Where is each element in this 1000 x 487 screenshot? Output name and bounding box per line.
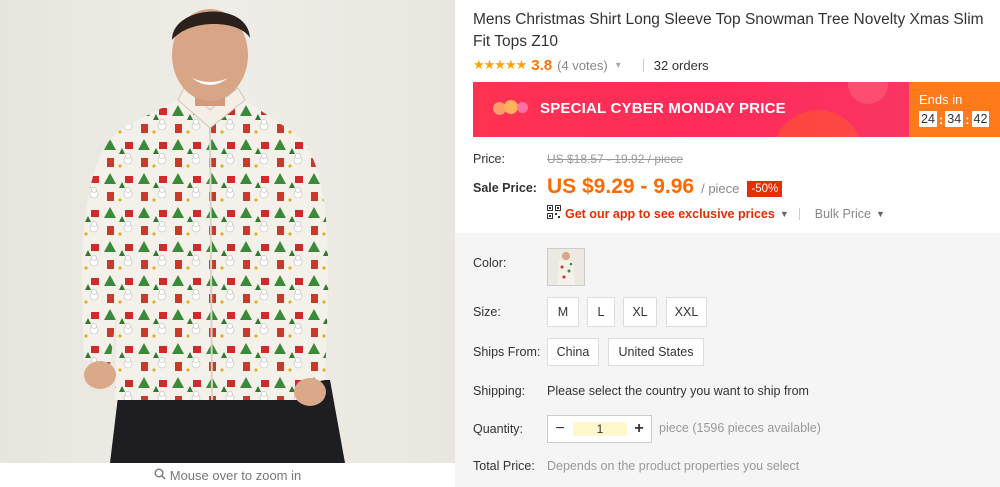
promo-decoration-icon [773,110,863,137]
chevron-down-icon[interactable]: ▾ [616,60,621,71]
color-label: Color: [473,256,507,270]
product-title: Mens Christmas Shirt Long Sleeve Top Sno… [473,11,984,50]
zoom-hint: Mouse over to zoom in [0,463,455,487]
shipping-message: Please select the country you want to sh… [547,384,809,398]
app-price-row: Get our app to see exclusive prices ▼ Bu… [547,205,885,222]
ships-from-united-states[interactable]: United States [608,338,704,366]
order-count: 32 orders [653,57,709,73]
bulk-price-dropdown[interactable]: Bulk Price [815,207,871,221]
product-detail: Mens Christmas Shirt Long Sleeve Top Sno… [455,0,1000,487]
countdown-minutes: 34 [945,111,964,127]
countdown-seconds: 42 [971,111,990,127]
vote-count[interactable]: (4 votes) [557,58,608,73]
sale-price-label: Sale Price: [473,181,537,195]
quantity-stepper: − 1 + [547,415,652,443]
promo-text: SPECIAL CYBER MONDAY PRICE [540,100,786,117]
swatch-image [548,249,584,285]
countdown-hours: 24 [919,111,937,127]
countdown-timer: 24 : 34 : 42 [919,111,990,127]
chevron-down-icon[interactable]: ▼ [780,209,789,219]
zoom-hint-text: Mouse over to zoom in [169,467,302,483]
total-price-label: Total Price: [473,459,535,473]
promo-banner: SPECIAL CYBER MONDAY PRICE Ends in 24 : … [473,82,1000,137]
discount-badge: -50% [747,181,783,197]
quantity-increase-button[interactable]: + [627,416,651,442]
timer-separator: : [965,111,970,127]
options-panel [455,233,1000,487]
promo-decoration-icon [517,102,528,113]
promo-decoration-icon [848,82,888,104]
shipping-label: Shipping: [473,384,526,398]
quantity-decrease-button[interactable]: − [548,416,572,442]
size-option-m[interactable]: M [547,297,579,327]
qr-code-icon [547,205,561,222]
countdown-label: Ends in [919,92,963,107]
size-option-l[interactable]: L [587,297,615,327]
size-option-xxl[interactable]: XXL [666,297,707,327]
quantity-label: Quantity: [473,422,524,436]
color-swatch[interactable] [547,248,585,286]
ships-from-label: Ships From: [473,345,541,359]
sale-price-row: US $9.29 - 9.96 / piece -50% [547,175,783,199]
product-gallery: Mouse over to zoom in [0,0,455,487]
search-icon [154,468,166,483]
ships-from-china[interactable]: China [547,338,599,366]
model-photo [81,9,345,463]
stock-availability: piece (1596 pieces available) [659,421,821,435]
divider [798,207,800,220]
product-main-image[interactable] [0,0,455,463]
original-price: US $18.57 - 19.92 / piece [547,152,684,166]
divider [642,58,644,72]
star-rating-icon: ★★★★★ [473,57,527,72]
countdown: Ends in 24 : 34 : 42 [909,82,1000,137]
quantity-input[interactable]: 1 [573,422,627,436]
total-price-message: Depends on the product properties you se… [547,459,800,473]
price-unit: / piece [701,181,740,196]
sale-price: US $9.29 - 9.96 [547,175,695,198]
rating-value: 3.8 [531,56,553,74]
size-label: Size: [473,305,501,319]
size-option-xl[interactable]: XL [623,297,657,327]
timer-separator: : [938,111,944,127]
chevron-down-icon[interactable]: ▼ [876,209,885,219]
promo-decoration-icon [504,100,518,114]
app-price-link[interactable]: Get our app to see exclusive prices [565,207,775,221]
price-label: Price: [473,152,505,166]
rating-row: ★★★★★ 3.8 (4 votes) ▾ 32 orders [473,55,709,75]
